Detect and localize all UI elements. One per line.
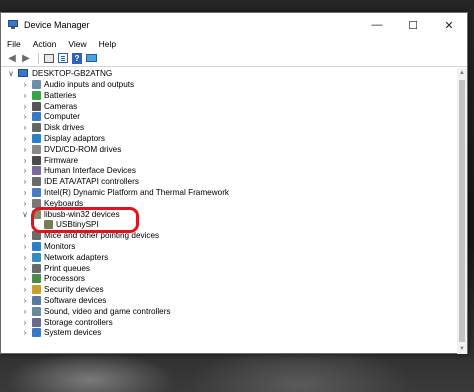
tree-item-label: Processors [44, 274, 85, 284]
tree-item-label: Disk drives [44, 123, 85, 133]
tree-item-label: Security devices [44, 285, 104, 295]
device-category-icon [32, 101, 41, 111]
menu-file[interactable]: File [7, 39, 21, 49]
scroll-thumb[interactable] [459, 80, 465, 342]
maximize-button[interactable]: ☐ [395, 13, 431, 37]
tree-item-label: Firmware [44, 155, 79, 165]
tree-item-label: Batteries [44, 90, 77, 100]
back-arrow-icon[interactable]: ◀ [6, 52, 18, 64]
device-category-icon [32, 112, 41, 122]
expand-chevron-icon[interactable]: › [21, 198, 29, 209]
tree-item-label: Print queues [44, 263, 90, 273]
expand-chevron-icon[interactable]: › [21, 101, 29, 112]
expand-chevron-icon[interactable]: › [21, 133, 29, 144]
scroll-down-icon[interactable]: ▼ [457, 344, 467, 354]
scan-hardware-icon[interactable] [85, 52, 97, 64]
menu-view[interactable]: View [68, 39, 86, 49]
tree-item-label: Sound, video and game controllers [44, 306, 171, 316]
tree-item-label: Monitors [44, 242, 76, 251]
device-category-icon [32, 177, 41, 187]
device-category-icon [32, 317, 41, 327]
red-highlight-annotation [31, 207, 139, 233]
tree-item-label: System devices [44, 328, 102, 338]
tree-item-label: Software devices [44, 296, 107, 305]
device-category-icon [32, 242, 41, 251]
device-category-icon [32, 306, 41, 316]
forward-arrow-icon[interactable]: ▶ [20, 52, 32, 64]
tree-item-label: Audio inputs and outputs [44, 80, 135, 89]
title-bar[interactable]: Device Manager — ☐ ✕ [1, 13, 467, 37]
close-button[interactable]: ✕ [431, 13, 467, 37]
expand-chevron-icon[interactable]: › [21, 90, 29, 101]
device-category-icon [32, 328, 41, 338]
expand-chevron-icon[interactable]: › [21, 306, 29, 317]
device-category-icon [32, 90, 41, 100]
expand-chevron-icon[interactable]: › [21, 317, 29, 328]
tree-item-label: Cameras [44, 101, 78, 111]
properties-icon[interactable] [57, 52, 69, 64]
collapse-chevron-icon[interactable]: ∨ [7, 68, 15, 79]
device-category-icon [32, 155, 41, 165]
menu-help[interactable]: Help [99, 39, 116, 49]
toolbar: ◀ ▶ ? [1, 50, 467, 67]
tree-item-label: Display adaptors [44, 134, 105, 143]
device-category-icon [32, 285, 41, 295]
expand-chevron-icon[interactable]: › [21, 273, 29, 284]
expand-chevron-icon[interactable]: › [21, 252, 29, 263]
expand-chevron-icon[interactable]: › [21, 187, 29, 198]
toolbar-separator [38, 52, 39, 64]
expand-chevron-icon[interactable]: › [21, 122, 29, 133]
window-title: Device Manager [24, 20, 90, 30]
tree-item-label: DVD/CD-ROM drives [44, 144, 122, 154]
device-category-icon [32, 134, 41, 143]
expand-chevron-icon[interactable]: › [21, 230, 29, 241]
tree-item-label: Storage controllers [44, 317, 113, 327]
tree-item-label: IDE ATA/ATAPI controllers [44, 177, 139, 187]
expand-chevron-icon[interactable]: › [21, 284, 29, 295]
expand-chevron-icon[interactable]: › [21, 327, 29, 338]
expand-chevron-icon[interactable]: › [21, 241, 29, 252]
help-icon[interactable]: ? [71, 52, 83, 64]
device-category-icon [32, 80, 41, 89]
computer-icon [18, 69, 28, 77]
device-category-icon [32, 123, 41, 133]
root-label: DESKTOP-GB2ATNG [32, 69, 113, 78]
show-hide-tree-icon[interactable] [43, 52, 55, 64]
device-category-icon [32, 144, 41, 154]
tree-item-label: Human Interface Devices [44, 166, 136, 176]
expand-chevron-icon[interactable]: › [21, 144, 29, 155]
tree-item-label: Computer [44, 112, 80, 122]
tree-item-label: Network adapters [44, 252, 109, 262]
collapse-chevron-icon[interactable]: ∨ [21, 209, 29, 220]
vertical-scrollbar[interactable]: ▲ ▼ [457, 68, 467, 354]
device-category-icon [32, 188, 41, 197]
expand-chevron-icon[interactable]: › [21, 165, 29, 176]
expand-chevron-icon[interactable]: › [21, 176, 29, 187]
device-category-icon [32, 296, 41, 305]
device-category-icon [32, 263, 41, 273]
expand-chevron-icon[interactable]: › [21, 155, 29, 166]
device-manager-window: Device Manager — ☐ ✕ File Action View He… [0, 12, 468, 354]
tree-item-label: Intel(R) Dynamic Platform and Thermal Fr… [44, 188, 230, 197]
expand-chevron-icon[interactable]: › [21, 79, 29, 90]
menu-bar: File Action View Help [1, 37, 467, 50]
expand-chevron-icon[interactable]: › [21, 111, 29, 122]
minimize-button[interactable]: — [359, 13, 395, 37]
menu-action[interactable]: Action [33, 39, 57, 49]
device-category-icon [32, 166, 41, 176]
scroll-up-icon[interactable]: ▲ [457, 68, 467, 78]
device-manager-icon [8, 20, 18, 30]
device-category-icon [32, 252, 41, 262]
expand-chevron-icon[interactable]: › [21, 295, 29, 306]
expand-chevron-icon[interactable]: › [21, 263, 29, 274]
device-category-icon [32, 274, 41, 284]
